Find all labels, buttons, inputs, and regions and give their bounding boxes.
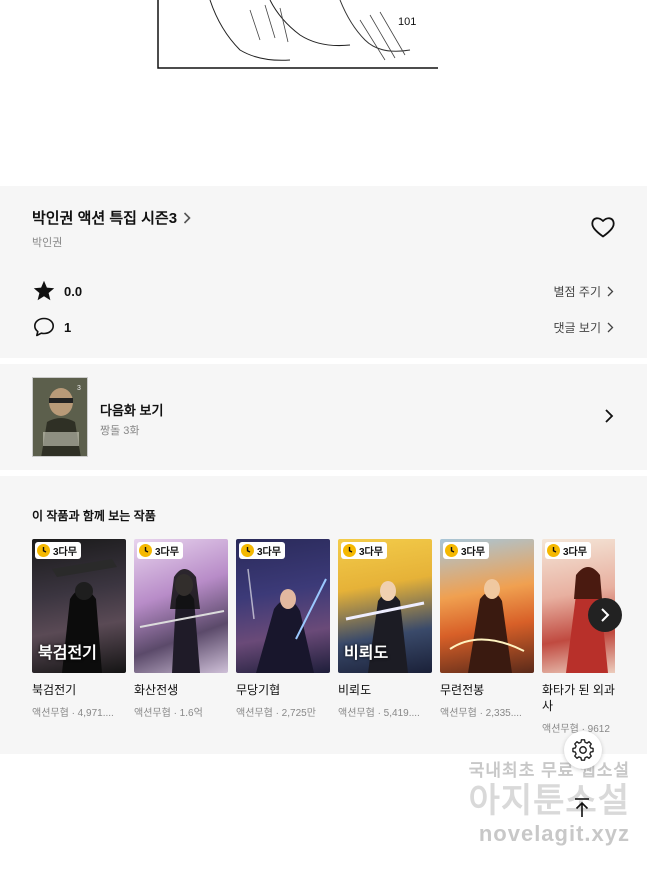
recommendations-carousel: 3다무 북검전기 북검전기 액션무협 · 4,971.... 3다무 화산전생 … (32, 539, 615, 749)
cover-art (247, 568, 327, 673)
recommendation-card[interactable]: 3다무 무련전봉 액션무협 · 2,335.... (440, 539, 534, 719)
card-title: 비뢰도 (338, 683, 372, 697)
star-icon (33, 280, 55, 301)
recommendations-heading: 이 작품과 함께 보는 작품 (32, 509, 156, 523)
card-title: 무당기협 (236, 683, 281, 697)
cover-title-text: 비뢰도 (344, 645, 389, 662)
rating-row: 0.0 별점 주기 (32, 279, 614, 303)
clock-icon (139, 544, 152, 557)
cover-image: 3다무 북검전기 (32, 539, 126, 673)
comment-icon (34, 317, 54, 337)
chevron-right-icon (183, 211, 191, 224)
watermark: 국내최초 무료 웹소설 아지툰소설 novelagit.xyz (440, 756, 630, 847)
rate-label: 별점 주기 (553, 284, 602, 299)
card-meta: 액션무협 · 2,335.... (440, 708, 522, 719)
comments-count: 1 (64, 319, 72, 335)
recommendation-card[interactable]: 3다무 무당기협 액션무협 · 2,725만 (236, 539, 330, 719)
thumbnail-art: 3 (33, 378, 87, 456)
series-title-link[interactable]: 박인권 액션 특집 시즌3 (32, 207, 191, 228)
heart-icon[interactable] (590, 215, 616, 239)
cover-image: 3다무 (134, 539, 228, 673)
next-episode-label: 다음화 보기 (100, 403, 164, 418)
chevron-right-icon (607, 322, 614, 332)
arrow-up-icon (575, 798, 589, 817)
watermark-line3: novelagit.xyz (478, 821, 630, 846)
card-title: 화산전생 (134, 683, 179, 697)
cover-image: 3다무 비뢰도 (338, 539, 432, 673)
chevron-right-icon (607, 286, 614, 296)
series-info-panel: 박인권 액션 특집 시즌3 박인권 0.0 별점 주기 1 댓글 보기 (0, 186, 647, 358)
next-episode-thumbnail: 3 (32, 377, 88, 457)
watermark-line2: 아지툰소설 (468, 782, 630, 820)
recommendation-card[interactable]: 3다무 화타가 된 외과의사 액션무협 · 9612 (542, 539, 615, 735)
free-badge: 3다무 (443, 542, 489, 559)
scroll-top-button[interactable] (567, 793, 597, 823)
carousel-next-button[interactable] (588, 598, 622, 632)
page-number: 101 (398, 16, 417, 28)
rating-value: 0.0 (64, 283, 83, 299)
clock-icon (241, 544, 254, 557)
cover-art (449, 579, 525, 673)
recommendation-card[interactable]: 3다무 북검전기 북검전기 액션무협 · 4,971.... (32, 539, 126, 719)
clock-icon (37, 544, 50, 557)
view-comments-button[interactable]: 댓글 보기 (554, 319, 615, 336)
series-title: 박인권 액션 특집 시즌3 (32, 210, 178, 227)
recommendations-section: 이 작품과 함께 보는 작품 3다무 북검전기 북검전기 액션무협 · 4,97… (0, 476, 647, 754)
free-badge: 3다무 (239, 542, 285, 559)
chevron-right-icon (605, 409, 614, 423)
watermark-line1: 국내최초 무료 웹소설 (468, 761, 630, 780)
free-badge: 3다무 (35, 542, 81, 559)
cover-image: 3다무 (236, 539, 330, 673)
svg-text:3: 3 (77, 385, 81, 392)
manga-page-image: c 101 (0, 0, 647, 186)
manga-artwork: c (157, 0, 438, 69)
card-title: 화타가 된 외과의사 (542, 683, 615, 713)
card-meta: 액션무협 · 2,725만 (236, 708, 316, 719)
clock-icon (547, 544, 560, 557)
card-title: 북검전기 (32, 683, 77, 697)
author-name: 박인권 (32, 237, 63, 249)
comments-row: 1 댓글 보기 (32, 315, 614, 339)
card-meta: 액션무협 · 5,419.... (338, 708, 420, 719)
comments-label: 댓글 보기 (553, 320, 602, 335)
cover-title-text: 북검전기 (38, 645, 97, 662)
next-episode-subtitle: 짱돌 3화 (100, 425, 140, 437)
rate-button[interactable]: 별점 주기 (554, 283, 615, 300)
settings-button[interactable] (564, 731, 602, 769)
recommendation-card[interactable]: 3다무 비뢰도 비뢰도 액션무협 · 5,419.... (338, 539, 432, 719)
recommendation-card[interactable]: 3다무 화산전생 액션무협 · 1.6억 (134, 539, 228, 719)
free-badge: 3다무 (341, 542, 387, 559)
clock-icon (343, 544, 356, 557)
card-meta: 액션무협 · 4,971.... (32, 708, 114, 719)
free-badge: 3다무 (545, 542, 591, 559)
card-meta: 액션무협 · 1.6억 (134, 708, 203, 719)
chevron-right-icon (601, 608, 610, 622)
next-episode-card[interactable]: 3 다음화 보기 짱돌 3화 (0, 364, 647, 470)
gear-icon (572, 739, 594, 761)
cover-image: 3다무 (440, 539, 534, 673)
card-title: 무련전봉 (440, 683, 485, 697)
free-badge: 3다무 (137, 542, 183, 559)
cover-art (139, 569, 225, 673)
clock-icon (445, 544, 458, 557)
